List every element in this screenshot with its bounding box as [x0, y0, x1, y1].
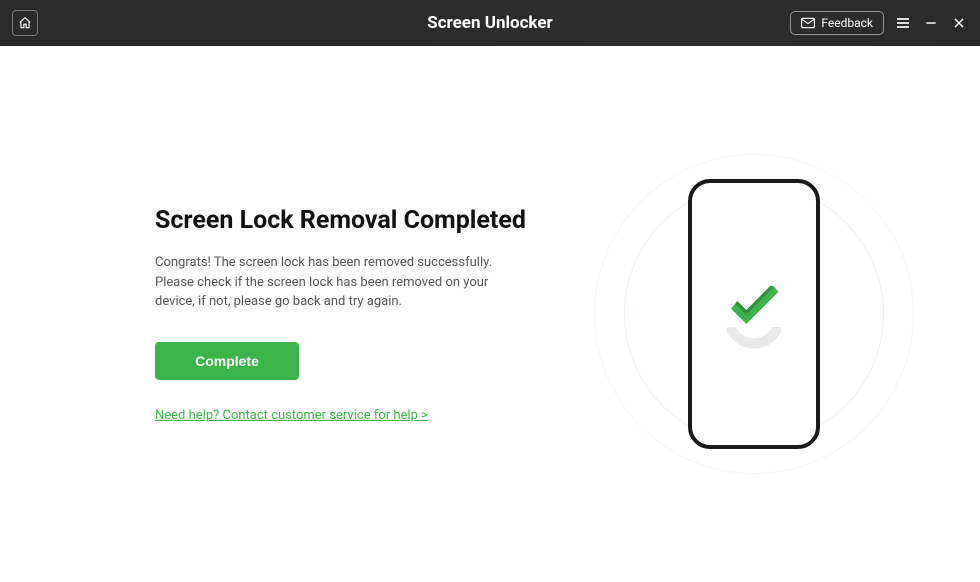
home-button[interactable]	[12, 10, 38, 36]
checkmark-icon	[722, 269, 786, 333]
minimize-icon	[924, 16, 938, 30]
titlebar: Screen Unlocker Feedback	[0, 0, 980, 46]
right-column	[568, 46, 980, 582]
minimize-button[interactable]	[922, 14, 940, 32]
app-title: Screen Unlocker	[427, 13, 553, 33]
left-column: Screen Lock Removal Completed Congrats! …	[0, 46, 568, 582]
page-heading: Screen Lock Removal Completed	[155, 206, 528, 235]
help-link[interactable]: Need help? Contact customer service for …	[155, 408, 428, 423]
smile-icon	[722, 327, 786, 359]
feedback-button[interactable]: Feedback	[790, 11, 884, 35]
menu-button[interactable]	[894, 14, 912, 32]
close-icon	[952, 16, 966, 30]
phone-outline	[688, 179, 820, 449]
phone-inner	[722, 269, 786, 359]
home-icon	[18, 16, 32, 30]
phone-illustration	[604, 164, 904, 464]
page-description: Congrats! The screen lock has been remov…	[155, 253, 528, 312]
titlebar-right: Feedback	[790, 11, 968, 35]
feedback-label: Feedback	[821, 16, 873, 30]
mail-icon	[801, 17, 815, 29]
complete-button[interactable]: Complete	[155, 342, 299, 380]
close-button[interactable]	[950, 14, 968, 32]
menu-icon	[895, 15, 911, 31]
content-area: Screen Lock Removal Completed Congrats! …	[0, 46, 980, 582]
